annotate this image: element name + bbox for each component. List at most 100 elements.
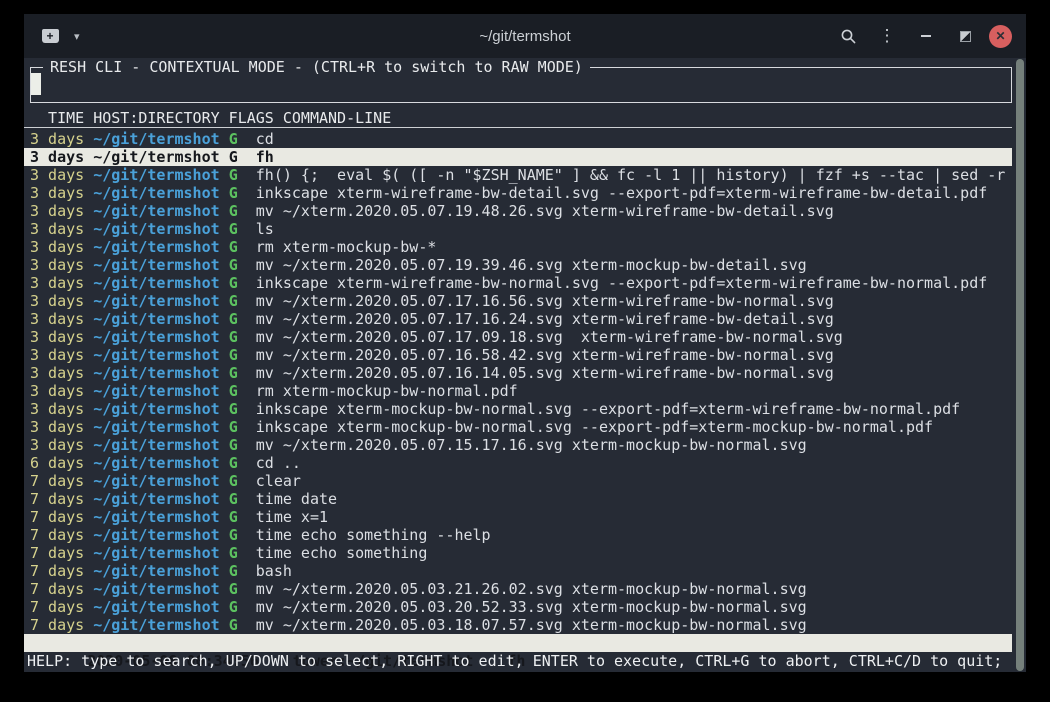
cell-command: mv ~/xterm.2020.05.03.20.52.33.svg xterm… [256,598,807,616]
cell-directory: ~/git/termshot [93,454,219,472]
cell-directory: ~/git/termshot [93,382,219,400]
history-row[interactable]: 3 days ~/git/termshot G mv ~/xterm.2020.… [24,256,1012,274]
history-row[interactable]: 7 days ~/git/termshot G mv ~/xterm.2020.… [24,598,1012,616]
cell-command: time date [256,490,337,508]
cell-time: 7 days [30,490,84,508]
history-row[interactable]: 3 days ~/git/termshot G mv ~/xterm.2020.… [24,364,1012,382]
cell-command: fh [256,148,274,166]
cell-time: 3 days [30,238,84,256]
cell-time: 3 days [30,382,84,400]
search-input-box[interactable]: RESH CLI - CONTEXTUAL MODE - (CTRL+R to … [30,67,1012,103]
terminal-content: RESH CLI - CONTEXTUAL MODE - (CTRL+R to … [24,58,1026,672]
history-row[interactable]: 3 days ~/git/termshot G fh [24,148,1012,166]
cell-command: time x=1 [256,508,328,526]
cell-directory: ~/git/termshot [93,400,219,418]
cell-time: 7 days [30,544,84,562]
history-row[interactable]: 7 days ~/git/termshot G time x=1 [24,508,1012,526]
cell-directory: ~/git/termshot [93,166,219,184]
cell-directory: ~/git/termshot [93,418,219,436]
cell-time: 3 days [30,166,84,184]
cell-command: mv ~/xterm.2020.05.07.17.16.56.svg xterm… [256,292,834,310]
new-tab-icon: + [42,29,59,43]
cell-flags: G [229,436,238,454]
cell-directory: ~/git/termshot [93,346,219,364]
cell-command: inkscape xterm-wireframe-bw-detail.svg -… [256,184,988,202]
cell-command: mv ~/xterm.2020.05.07.16.14.05.svg xterm… [256,364,834,382]
cell-command: inkscape xterm-mockup-bw-normal.svg --ex… [256,400,960,418]
cell-directory: ~/git/termshot [93,526,219,544]
cell-flags: G [229,508,238,526]
history-row[interactable]: 3 days ~/git/termshot G ls [24,220,1012,238]
cell-time: 3 days [30,184,84,202]
cell-command: bash [256,562,292,580]
cell-directory: ~/git/termshot [93,310,219,328]
search-button[interactable] [833,21,863,51]
cell-directory: ~/git/termshot [93,130,219,148]
history-row[interactable]: 3 days ~/git/termshot G mv ~/xterm.2020.… [24,436,1012,454]
history-row[interactable]: 3 days ~/git/termshot G mv ~/xterm.2020.… [24,310,1012,328]
cell-flags: G [229,418,238,436]
history-row[interactable]: 3 days ~/git/termshot G cd [24,130,1012,148]
scrollbar[interactable] [1016,59,1024,671]
search-icon [840,28,857,45]
restore-icon [960,31,971,42]
history-row[interactable]: 7 days ~/git/termshot G mv ~/xterm.2020.… [24,580,1012,598]
cell-command: clear [256,472,301,490]
restore-button[interactable] [950,21,980,51]
cell-flags: G [229,184,238,202]
history-row[interactable]: 3 days ~/git/termshot G fh() {; eval $( … [24,166,1012,184]
chevron-down-icon[interactable]: ▾ [74,30,80,43]
cell-command: mv ~/xterm.2020.05.07.19.48.26.svg xterm… [256,202,834,220]
cell-flags: G [229,256,238,274]
history-row[interactable]: 3 days ~/git/termshot G mv ~/xterm.2020.… [24,346,1012,364]
cell-directory: ~/git/termshot [93,364,219,382]
cell-flags: G [229,346,238,364]
history-row[interactable]: 7 days ~/git/termshot G bash [24,562,1012,580]
cell-flags: G [229,544,238,562]
cell-command: time echo something --help [256,526,491,544]
history-row[interactable]: 7 days ~/git/termshot G mv ~/xterm.2020.… [24,616,1012,634]
history-row[interactable]: 3 days ~/git/termshot G rm xterm-mockup-… [24,382,1012,400]
cell-directory: ~/git/termshot [93,472,219,490]
cell-flags: G [229,598,238,616]
cell-command: mv ~/xterm.2020.05.03.21.26.02.svg xterm… [256,580,807,598]
history-list: 3 days ~/git/termshot G cd 3 days ~/git/t… [30,130,1012,634]
cell-flags: G [229,454,238,472]
history-row[interactable]: 7 days ~/git/termshot G time date [24,490,1012,508]
cell-directory: ~/git/termshot [93,238,219,256]
cell-directory: ~/git/termshot [93,508,219,526]
cell-directory: ~/git/termshot [93,580,219,598]
history-row[interactable]: 3 days ~/git/termshot G inkscape xterm-m… [24,400,1012,418]
cell-command: mv ~/xterm.2020.05.03.18.07.57.svg xterm… [256,616,807,634]
cell-flags: G [229,526,238,544]
menu-button[interactable]: ⋮ [872,21,902,51]
history-row[interactable]: 3 days ~/git/termshot G mv ~/xterm.2020.… [24,328,1012,346]
history-row[interactable]: 6 days ~/git/termshot G cd .. [24,454,1012,472]
history-row[interactable]: 3 days ~/git/termshot G mv ~/xterm.2020.… [24,202,1012,220]
history-row[interactable]: 3 days ~/git/termshot G inkscape xterm-m… [24,418,1012,436]
cell-command: cd [256,130,274,148]
cell-command: fh() {; eval $( ([ -n "$ZSH_NAME" ] && f… [256,166,1006,184]
history-row[interactable]: 7 days ~/git/termshot G clear [24,472,1012,490]
new-tab-button[interactable]: + [38,24,62,48]
history-row[interactable]: 3 days ~/git/termshot G rm xterm-mockup-… [24,238,1012,256]
history-row[interactable]: 7 days ~/git/termshot G time echo someth… [24,544,1012,562]
cell-time: 3 days [30,436,84,454]
cell-time: 3 days [30,346,84,364]
cell-time: 3 days [30,274,84,292]
cell-flags: G [229,130,238,148]
history-row[interactable]: 7 days ~/git/termshot G time echo someth… [24,526,1012,544]
cell-command: cd .. [256,454,301,472]
history-row[interactable]: 3 days ~/git/termshot G inkscape xterm-w… [24,274,1012,292]
cell-flags: G [229,364,238,382]
cell-time: 7 days [30,526,84,544]
history-row[interactable]: 3 days ~/git/termshot G mv ~/xterm.2020.… [24,292,1012,310]
history-row[interactable]: 3 days ~/git/termshot G inkscape xterm-w… [24,184,1012,202]
cell-directory: ~/git/termshot [93,328,219,346]
cell-flags: G [229,292,238,310]
cell-command: ls [256,220,274,238]
titlebar-right-group: ⋮ ✕ [833,21,1012,51]
cell-directory: ~/git/termshot [93,256,219,274]
minimize-button[interactable] [911,21,941,51]
close-button[interactable]: ✕ [989,25,1012,48]
